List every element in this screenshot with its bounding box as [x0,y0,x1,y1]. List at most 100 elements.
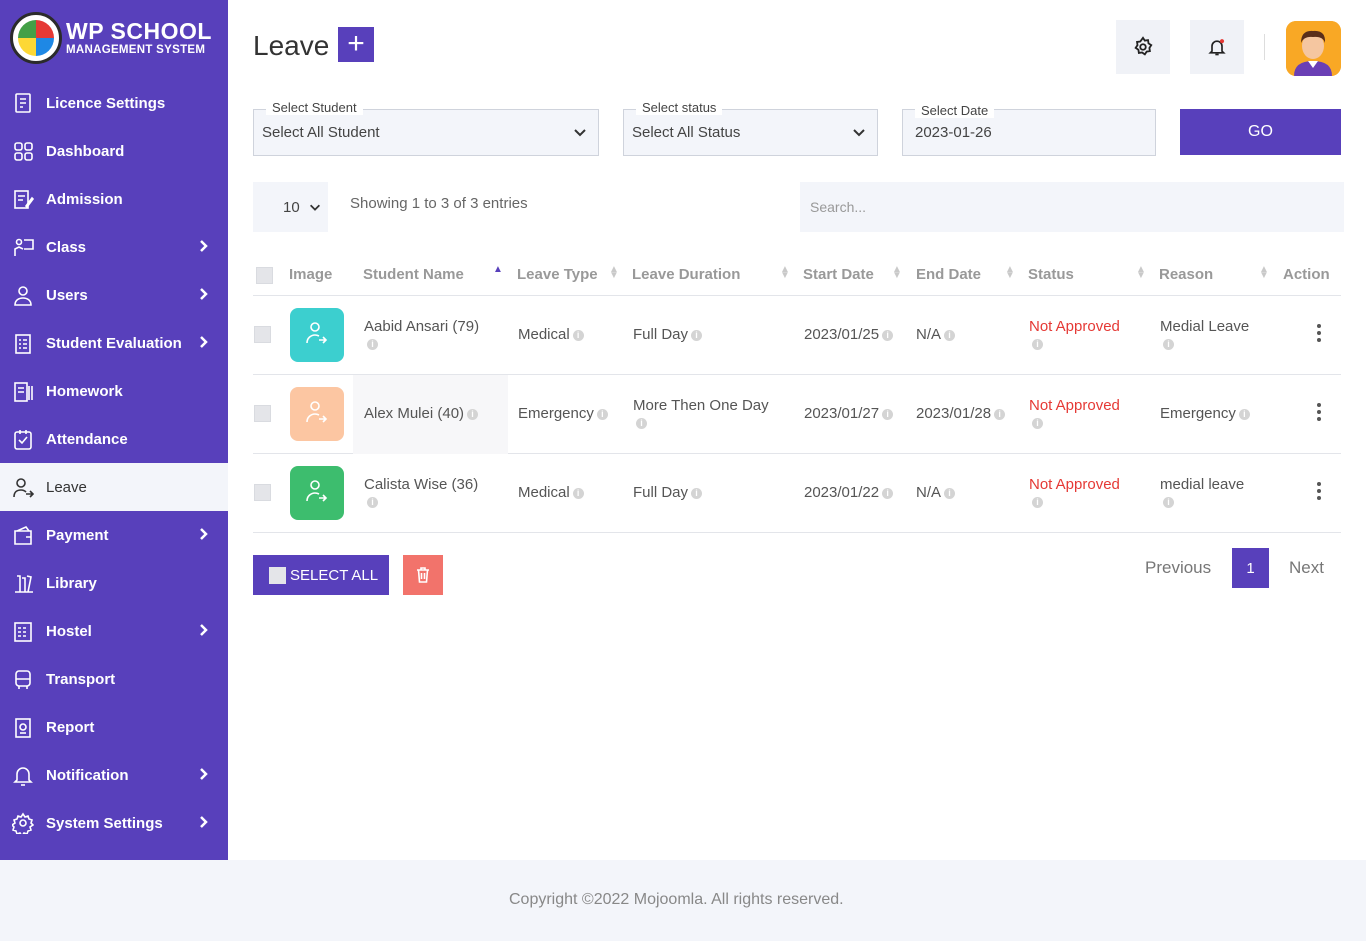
status-badge: Not Approved [1029,318,1120,335]
sidebar-item-attendance[interactable]: Attendance [0,415,228,463]
leave-duration: More Then One Day [633,397,769,414]
licence-icon [12,92,34,114]
go-button[interactable]: GO [1180,109,1341,155]
info-icon[interactable]: i [882,329,894,341]
student-select[interactable]: Select Student Select All Student [253,100,599,156]
pagination-page-1[interactable]: 1 [1232,548,1269,588]
info-icon[interactable]: i [882,487,894,499]
info-icon[interactable]: i [1163,338,1174,350]
avatar[interactable] [1286,21,1341,76]
info-icon[interactable]: i [944,329,956,341]
col-end-date[interactable]: End Date [916,266,981,283]
sidebar-item-transport[interactable]: Transport [0,655,228,703]
notification-button[interactable] [1190,20,1244,74]
info-icon[interactable]: i [994,408,1006,420]
end-date: 2023/01/28 [916,405,992,422]
select-all-label: SELECT ALL [290,566,379,584]
start-date-cell: 2023/01/27 i [804,405,894,422]
status-select[interactable]: Select status Select All Status [623,100,878,156]
info-icon[interactable]: i [467,408,479,420]
sidebar-item-label: Homework [46,382,123,400]
payment-icon [12,524,34,546]
bus-icon [12,668,34,690]
sidebar-item-dashboard[interactable]: Dashboard [0,127,228,175]
sidebar-item-homework[interactable]: Homework [0,367,228,415]
reason: Medial Leave [1160,318,1250,335]
sort-icon: ▲ ▼ [1005,264,1015,281]
row-checkbox[interactable] [254,484,271,501]
col-reason[interactable]: Reason [1159,266,1213,283]
info-icon[interactable]: i [572,487,584,499]
info-icon[interactable]: i [691,329,703,341]
info-icon[interactable]: i [572,329,584,341]
sidebar-nav: Licence Settings Dashboard Admission Class U… [0,79,228,847]
info-icon[interactable]: i [596,408,608,420]
search-input[interactable] [800,182,1344,232]
sidebar-item-notification[interactable]: Notification [0,751,228,799]
pagination-next[interactable]: Next [1289,558,1324,578]
date-field[interactable]: Select Date 2023-01-26 [902,103,1156,156]
action-menu-icon[interactable] [1317,482,1321,503]
sidebar-item-label: Student Evaluation [46,334,182,352]
col-student-name[interactable]: Student Name [363,266,464,283]
info-icon[interactable]: i [636,417,647,429]
reason-cell: medial leave i [1160,476,1244,510]
info-icon[interactable]: i [1238,408,1250,420]
info-icon[interactable]: i [1032,338,1043,350]
bell-icon [1208,39,1226,56]
status-select-label: Select status [636,100,723,115]
sidebar-item-report[interactable]: Report [0,703,228,751]
row-checkbox[interactable] [254,405,271,422]
col-status[interactable]: Status [1028,266,1074,283]
sidebar-item-users[interactable]: Users [0,271,228,319]
sidebar-item-leave[interactable]: Leave [0,463,228,511]
info-icon[interactable]: i [1032,496,1043,508]
select-all-checkbox[interactable] [256,267,273,284]
info-icon[interactable]: i [367,338,378,350]
page-length-select[interactable]: 10 [253,182,328,232]
library-icon [12,572,34,594]
delete-selected-button[interactable] [403,555,443,595]
info-icon[interactable]: i [367,496,378,508]
sidebar-item-system-settings[interactable]: System Settings [0,799,228,847]
info-icon[interactable]: i [691,487,703,499]
sort-icon: ▲ ▼ [1136,264,1146,281]
leave-duration: Full Day [633,484,689,501]
sidebar-item-library[interactable]: Library [0,559,228,607]
action-menu-icon[interactable] [1317,324,1321,345]
sidebar-item-class[interactable]: Class [0,223,228,271]
sidebar-item-payment[interactable]: Payment [0,511,228,559]
action-menu-icon[interactable] [1317,403,1321,424]
sort-icon: ▲ ▼ [892,264,902,281]
col-leave-duration[interactable]: Leave Duration [632,266,740,283]
pagination-previous[interactable]: Previous [1145,558,1211,578]
info-icon[interactable]: i [882,408,894,420]
row-checkbox[interactable] [254,326,271,343]
info-icon[interactable]: i [1163,496,1174,508]
col-start-date[interactable]: Start Date [803,266,874,283]
leave-duration: Full Day [633,326,689,343]
leave-type: Medical [518,326,570,343]
duration-cell: Full Day i [633,484,703,501]
info-icon[interactable]: i [944,487,956,499]
settings-button[interactable] [1116,20,1170,74]
select-all-button[interactable]: SELECT ALL [253,555,389,595]
status-badge: Not Approved [1029,397,1120,414]
sidebar-item-admission[interactable]: Admission [0,175,228,223]
col-leave-type[interactable]: Leave Type [517,266,598,283]
info-icon[interactable]: i [1032,417,1043,429]
reason-cell: Emergency i [1160,405,1250,422]
start-date: 2023/01/27 [804,405,880,422]
start-date-cell: 2023/01/22 i [804,484,894,501]
date-field-value: 2023-01-26 [915,124,992,141]
sidebar-item-licence-settings[interactable]: Licence Settings [0,79,228,127]
add-leave-button[interactable]: + [338,27,374,62]
chevron-right-icon [200,240,208,252]
sidebar-item-hostel[interactable]: Hostel [0,607,228,655]
brand-logo[interactable]: WP SCHOOL MANAGEMENT SYSTEM [10,12,212,64]
student-image [290,466,344,520]
user-icon [12,284,34,306]
sidebar-item-student-evaluation[interactable]: Student Evaluation [0,319,228,367]
sidebar-item-label: Users [46,286,88,304]
homework-icon [12,380,34,402]
